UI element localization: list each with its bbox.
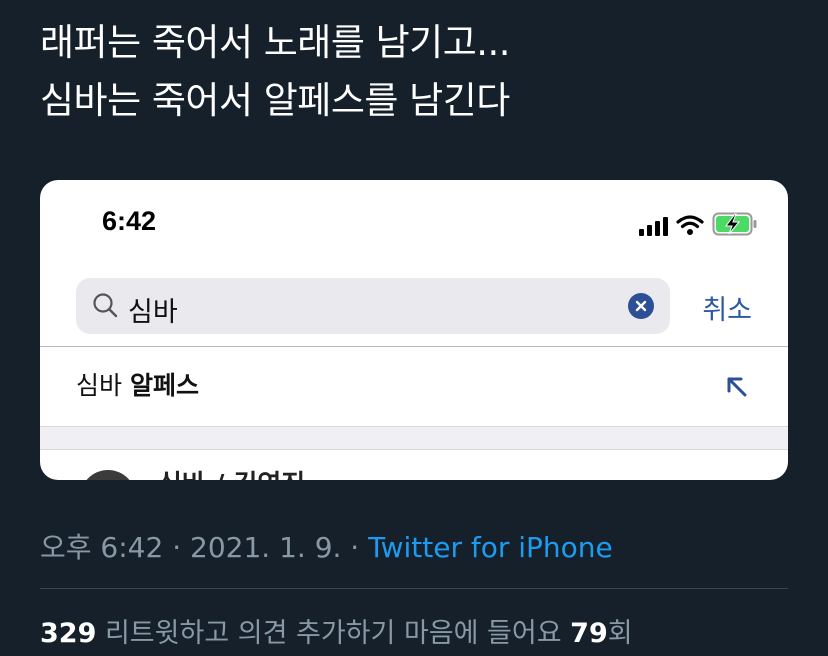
retweet-stats[interactable]: 329 리트윗하고 의견 추가하기	[40, 618, 395, 649]
retweet-label: 리트윗하고 의견 추가하기	[96, 618, 396, 649]
avatar[interactable]	[80, 470, 136, 480]
signal-icon	[639, 216, 668, 236]
suggestion-prefix: 심바	[76, 371, 130, 400]
search-suggestion[interactable]: 심바 알페스	[76, 366, 199, 402]
tweet-stats: 329 리트윗하고 의견 추가하기 마음에 들어요 79회	[40, 611, 633, 650]
search-input[interactable]: 심바	[76, 278, 670, 334]
cancel-button[interactable]: 취소	[702, 288, 752, 327]
separator: ·	[163, 531, 191, 564]
suggestion-arrow-icon[interactable]	[726, 376, 748, 398]
suggestion-bold: 알페스	[129, 371, 199, 400]
like-suffix: 회	[607, 618, 633, 649]
divider	[40, 346, 788, 347]
like-count: 79	[570, 618, 608, 649]
battery-icon	[712, 212, 757, 236]
separator: ·	[341, 531, 369, 564]
retweet-count: 329	[40, 618, 97, 649]
section-separator	[40, 426, 788, 450]
attached-screenshot[interactable]: 6:42 심바 취소 심바 알페스	[40, 180, 788, 480]
like-stats[interactable]: 마음에 들어요 79회	[395, 618, 633, 649]
search-icon	[93, 293, 118, 318]
tweet-line-2: 심바는 죽어서 알페스를 남긴다	[40, 79, 510, 122]
like-label: 마음에 들어요	[395, 618, 571, 649]
status-icons	[639, 212, 758, 236]
tweet-date[interactable]: 2021. 1. 9.	[190, 531, 341, 564]
divider	[40, 588, 788, 589]
wifi-icon	[676, 215, 704, 235]
tweet-line-1: 래퍼는 죽어서 노래를 남기고...	[40, 21, 511, 64]
source-link[interactable]: Twitter for iPhone	[368, 531, 613, 564]
tweet-time[interactable]: 오후 6:42	[40, 531, 163, 564]
result-name[interactable]: 심바 / 김연진	[158, 464, 305, 480]
search-value[interactable]: 심바	[128, 290, 178, 329]
status-time: 6:42	[102, 206, 157, 236]
clear-icon[interactable]	[628, 293, 654, 319]
tweet-meta: 오후 6:42 · 2021. 1. 9. · Twitter for iPho…	[40, 526, 613, 566]
tweet-text: 래퍼는 죽어서 노래를 남기고... 심바는 죽어서 알페스를 남긴다	[40, 14, 800, 130]
